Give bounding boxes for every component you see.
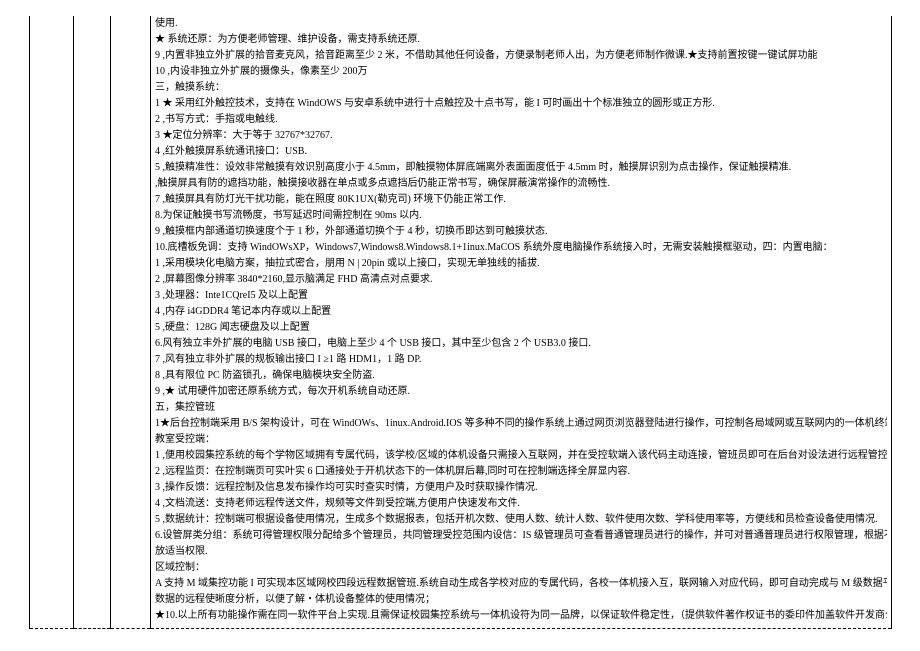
spec-line: 5 ,数据统计：控制端可根据设备使用情况，生成多个数据报表，包括开机次数、使用人… (155, 512, 887, 528)
spec-line: 6.设管屏类分组：系统可得管理权限分配给多个管理员，共同管理受控范围内设信：IS… (155, 528, 887, 544)
spec-table: 使用. ★ 系统还原：为方便老师管理、维护设备，需支持系统还原. 9 ,内置非独… (29, 16, 892, 629)
spec-line: 5 ,硬盘：128G 闻志硬盘及以上配置 (155, 320, 887, 336)
spec-line: 3 ★定位分辨率：大于等于 32767*32767. (155, 128, 887, 144)
spec-line: 3 ,处理器：Inte1CQreI5 及以上配置 (155, 288, 887, 304)
spec-line: ★10.以上所有功能操作需在同一软件平台上实现.且需保证校园集控系统与一体机设符… (155, 608, 887, 624)
spec-line: 9 ,★ 试用硬件加密还原系统方式，每次开机系统自动还原. (155, 384, 887, 400)
spec-line: 1 ★ 采用红外触控技术，支持在 WindOWS 与安卓系统中进行十点触控及十点… (155, 96, 887, 112)
spec-line: 区域控制： (155, 560, 887, 576)
spec-line: 8 ,具有限位 PC 防盗锁孔，确保电脑模块安全防盗. (155, 368, 887, 384)
spec-line: 放适当权限. (155, 544, 887, 560)
spec-line: 5 ,触摸精准性：设效非常触摸有效识别高度小于 4.5mm，即触摸物体屏底端离外… (155, 160, 887, 176)
spec-line: 五，集控管班 (155, 400, 887, 416)
spec-line: 2 ,屏幕图像分辨率 3840*2160,显示脑满足 FHD 高清点对点要求. (155, 272, 887, 288)
spec-line: 三，触摸系统： (155, 80, 887, 96)
spec-line: 7 ,风有独立非外扩展的规板输出接口 I ≥1 路 HDM1，1 路 DP. (155, 352, 887, 368)
spec-line: 4 ,内存 i4GDDR4 笔记本内存或以上配置 (155, 304, 887, 320)
spec-line: 4 ,文档流送：支持老师远程传送文件，规频等文件到受控端,方便用户快速发布文件. (155, 496, 887, 512)
spec-line: 6.风有独立丰外扩展的电脑 USB 接口，电脑上至少 4 个 USB 接口，其中… (155, 336, 887, 352)
spec-line: 3 ,操作反馈：远程控制及信息发布操作均可实时查实时情，方便用户及时获取操作情况… (155, 480, 887, 496)
spec-line: 教室受控端： (155, 432, 887, 448)
spec-line: 使用. (155, 16, 887, 32)
spec-line: 1 ,采用模块化电脑方案，抽拉式密合，朋用 N | 20pin 或以上接口，实现… (155, 256, 887, 272)
spec-line: A 支持 M 域集控功能 I 可实现本区域网校四段远程数据管班.系统自动生成各学… (155, 576, 887, 592)
spec-line: 8.为保证触摸书写流畅度，书写延迟时间需控制在 90ms 以内. (155, 208, 887, 224)
spec-line: 4 ,红外触摸屏系统通讯接口：USB. (155, 144, 887, 160)
spec-line: 10 ,内设非独立外扩展的摄像头，像素至少 200万 (155, 64, 887, 80)
spec-line: 2 ,远程监页：在控制端页可实叶实 6 口通接处于开机状态下的一体机屏后幕,同时… (155, 464, 887, 480)
spec-line: 9 ,触摸框内部通道切换速度个于 1 秒，外部通道切换个于 4 秒，切换币即达到… (155, 224, 887, 240)
spec-line: 7 ,触摸屏具有防灯光干扰功能，能在照度 80K1UX(勒克司) 环境下仍能正常… (155, 192, 887, 208)
spec-line: 1 ,便用校园集控系统的每个学物区域拥有专属代码，该学校/区域的体机设备只需接入… (155, 448, 887, 464)
spec-line: 数据的远程使晰度分析，以便了解・体机设备整体的使用情况； (155, 592, 887, 608)
spec-line: 10.底槽板免调：支持 WindOWsXP，Windows7,Windows8.… (155, 240, 887, 256)
spec-line: ★ 系统还原：为方便老师管理、维护设备，需支持系统还原. (155, 32, 887, 48)
content-cell: 使用. ★ 系统还原：为方便老师管理、维护设备，需支持系统还原. 9 ,内置非独… (151, 16, 892, 624)
col-1 (30, 16, 74, 624)
col-2 (74, 16, 111, 624)
col-3 (111, 16, 151, 624)
spec-line: 1★后台控制端采用 B/S 架构设计，可在 WindOWs、1inux.Andr… (155, 416, 887, 432)
spec-line: 9 ,内置非独立外扩展的拾音麦克风，拾音距离至少 2 米，不借助其他任何设备，方… (155, 48, 887, 64)
spec-line: ,触摸屏具有防的遮挡功能，触摸接收器在单点或多点遮挡后仍能正常书写，确保屏蔽演常… (155, 176, 887, 192)
spec-line: 2 ,书写方式：手指或电触线. (155, 112, 887, 128)
